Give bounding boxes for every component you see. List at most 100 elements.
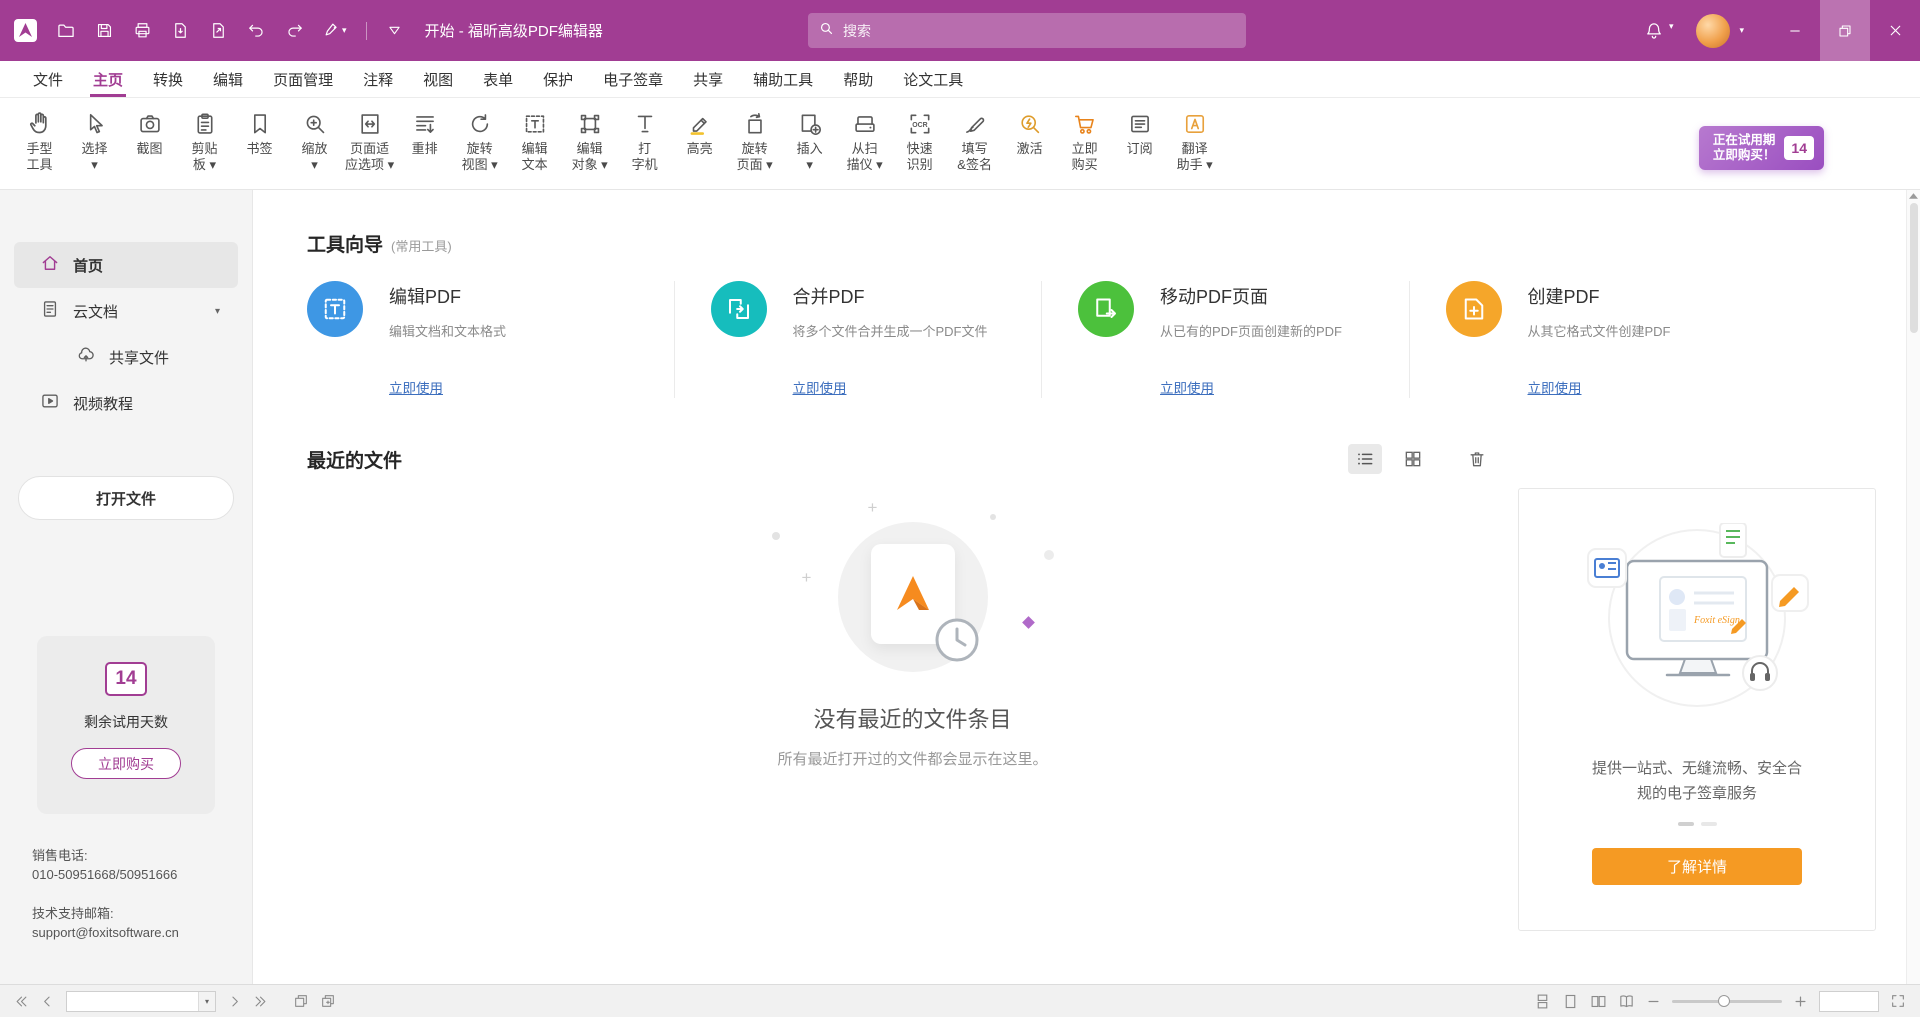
menu-protect[interactable]: 保护 bbox=[528, 61, 588, 97]
use-now-link[interactable]: 立即使用 bbox=[793, 377, 847, 397]
next-page-button[interactable] bbox=[227, 994, 242, 1009]
scroll-up-arrow[interactable] bbox=[1909, 193, 1918, 199]
zoom-slider-thumb[interactable] bbox=[1718, 995, 1730, 1007]
chevron-down-icon[interactable]: ▾ bbox=[198, 992, 215, 1011]
tool-card-move-pdf-pages[interactable]: 移动PDF页面 从已有的PDF页面创建新的PDF 立即使用 bbox=[1042, 281, 1410, 398]
print-icon[interactable] bbox=[133, 21, 152, 40]
menu-view[interactable]: 视图 bbox=[408, 61, 468, 97]
continuous-view-button[interactable] bbox=[1534, 993, 1551, 1010]
esign-illustration: Foxit eSign bbox=[1582, 523, 1812, 718]
use-now-link[interactable]: 立即使用 bbox=[1528, 377, 1582, 397]
zoom-slider[interactable] bbox=[1672, 1000, 1782, 1003]
scrollbar-thumb[interactable] bbox=[1910, 203, 1918, 333]
last-page-button[interactable] bbox=[253, 994, 268, 1009]
zoom-percent-input[interactable] bbox=[1820, 992, 1878, 1011]
translate-assistant-button[interactable]: 翻译 助手 ▾ bbox=[1167, 106, 1222, 174]
list-view-button[interactable] bbox=[1348, 444, 1382, 474]
fill-sign-button[interactable]: 填写 &签名 bbox=[947, 106, 1002, 174]
menu-file[interactable]: 文件 bbox=[18, 61, 78, 97]
page-number-combo[interactable]: ▾ bbox=[66, 991, 216, 1012]
reflow-tool-button[interactable]: 重排 bbox=[397, 106, 452, 158]
menu-comment[interactable]: 注释 bbox=[348, 61, 408, 97]
clipboard-tool-button[interactable]: 剪贴 板 ▾ bbox=[177, 106, 232, 174]
trial-buy-badge[interactable]: 正在试用期 立即购买！ 14 bbox=[1699, 126, 1824, 170]
learn-more-button[interactable]: 了解详情 bbox=[1592, 848, 1802, 885]
buy-now-pill-button[interactable]: 立即购买 bbox=[71, 748, 181, 779]
first-page-button[interactable] bbox=[14, 994, 29, 1009]
hand-tool-button[interactable]: 手型 工具 bbox=[12, 106, 67, 174]
subscribe-button[interactable]: 订阅 bbox=[1112, 106, 1167, 158]
user-avatar[interactable] bbox=[1696, 14, 1730, 48]
menu-home[interactable]: 主页 bbox=[78, 61, 138, 97]
notifications-bell-icon[interactable]: ▾ bbox=[1644, 21, 1674, 41]
previous-page-button[interactable] bbox=[40, 994, 55, 1009]
menu-share[interactable]: 共享 bbox=[678, 61, 738, 97]
new-window-button[interactable] bbox=[320, 993, 336, 1009]
menu-form[interactable]: 表单 bbox=[468, 61, 528, 97]
zoom-tool-button[interactable]: 缩放 ▾ bbox=[287, 106, 342, 174]
search-input[interactable] bbox=[843, 23, 1236, 39]
signature-tool-button[interactable]: ▾ bbox=[323, 21, 347, 40]
magnifier-icon bbox=[302, 107, 328, 137]
rotate-view-button[interactable]: 旋转 视图 ▾ bbox=[452, 106, 507, 174]
menu-page-manage[interactable]: 页面管理 bbox=[258, 61, 348, 97]
zoom-in-button[interactable] bbox=[1793, 994, 1808, 1009]
edit-text-button[interactable]: 编辑 文本 bbox=[507, 106, 562, 174]
export-pdf-icon[interactable] bbox=[171, 21, 190, 40]
tool-card-edit-pdf[interactable]: 编辑PDF 编辑文档和文本格式 立即使用 bbox=[307, 281, 675, 398]
ocr-quick-recognize-button[interactable]: OCR 快速 识别 bbox=[892, 106, 947, 174]
support-email-value[interactable]: support@foxitsoftware.cn bbox=[32, 923, 252, 942]
zoom-percent-box[interactable] bbox=[1819, 991, 1879, 1012]
clone-view-button[interactable] bbox=[293, 993, 309, 1009]
sidebar-item-shared-files[interactable]: 共享文件 bbox=[14, 334, 238, 380]
sidebar-item-video-tutorials[interactable]: 视频教程 bbox=[14, 380, 238, 426]
menu-edit[interactable]: 编辑 bbox=[198, 61, 258, 97]
menu-paper-tools[interactable]: 论文工具 bbox=[888, 61, 978, 97]
select-tool-button[interactable]: 选择 ▾ bbox=[67, 106, 122, 174]
open-file-icon[interactable] bbox=[56, 21, 76, 41]
tool-card-merge-pdf[interactable]: 合并PDF 将多个文件合并生成一个PDF文件 立即使用 bbox=[675, 281, 1043, 398]
promo-pagination-dots[interactable] bbox=[1678, 822, 1717, 826]
buy-now-button[interactable]: 立即 购买 bbox=[1057, 106, 1112, 174]
activate-button[interactable]: 激活 bbox=[1002, 106, 1057, 158]
restore-button[interactable] bbox=[1820, 0, 1870, 61]
facing-view-button[interactable] bbox=[1590, 993, 1607, 1010]
vertical-scrollbar[interactable] bbox=[1906, 190, 1920, 984]
zoom-out-button[interactable] bbox=[1646, 994, 1661, 1009]
fullscreen-button[interactable] bbox=[1890, 993, 1906, 1009]
customize-toolbar-icon[interactable] bbox=[386, 22, 403, 39]
snapshot-tool-button[interactable]: 截图 bbox=[122, 106, 177, 158]
menu-esign[interactable]: 电子签章 bbox=[588, 61, 678, 97]
menu-help[interactable]: 帮助 bbox=[828, 61, 888, 97]
minimize-button[interactable] bbox=[1770, 0, 1820, 61]
open-file-button[interactable]: 打开文件 bbox=[18, 476, 234, 520]
page-fit-options-button[interactable]: 页面适 应选项 ▾ bbox=[342, 106, 397, 174]
single-page-view-button[interactable] bbox=[1562, 993, 1579, 1010]
menu-convert[interactable]: 转换 bbox=[138, 61, 198, 97]
menu-accessibility[interactable]: 辅助工具 bbox=[738, 61, 828, 97]
close-button[interactable] bbox=[1870, 0, 1920, 61]
chevron-down-icon[interactable]: ▾ bbox=[215, 306, 220, 317]
undo-icon[interactable] bbox=[247, 21, 266, 40]
use-now-link[interactable]: 立即使用 bbox=[1160, 377, 1214, 397]
sidebar-item-cloud-docs[interactable]: 云文档 ▾ bbox=[14, 288, 238, 334]
rotate-pages-button[interactable]: 旋转 页面 ▾ bbox=[727, 106, 782, 174]
redo-icon[interactable] bbox=[285, 21, 304, 40]
use-now-link[interactable]: 立即使用 bbox=[389, 377, 443, 397]
search-bar[interactable] bbox=[808, 13, 1246, 48]
chevron-down-icon[interactable]: ▾ bbox=[1739, 25, 1744, 36]
tool-card-create-pdf[interactable]: 创建PDF 从其它格式文件创建PDF 立即使用 bbox=[1410, 281, 1778, 398]
sidebar-item-home[interactable]: 首页 bbox=[14, 242, 238, 288]
from-scanner-button[interactable]: 从扫 描仪 ▾ bbox=[837, 106, 892, 174]
create-pdf-icon[interactable] bbox=[209, 21, 228, 40]
page-number-input[interactable] bbox=[67, 992, 198, 1011]
book-view-button[interactable] bbox=[1618, 993, 1635, 1010]
insert-pages-button[interactable]: 插入 ▾ bbox=[782, 106, 837, 174]
grid-view-button[interactable] bbox=[1396, 444, 1430, 474]
save-icon[interactable] bbox=[95, 21, 114, 40]
edit-object-button[interactable]: 编辑 对象 ▾ bbox=[562, 106, 617, 174]
bookmark-tool-button[interactable]: 书签 bbox=[232, 106, 287, 158]
highlight-button[interactable]: 高亮 bbox=[672, 106, 727, 158]
clear-recent-trash-button[interactable] bbox=[1460, 444, 1494, 474]
typewriter-button[interactable]: 打 字机 bbox=[617, 106, 672, 174]
